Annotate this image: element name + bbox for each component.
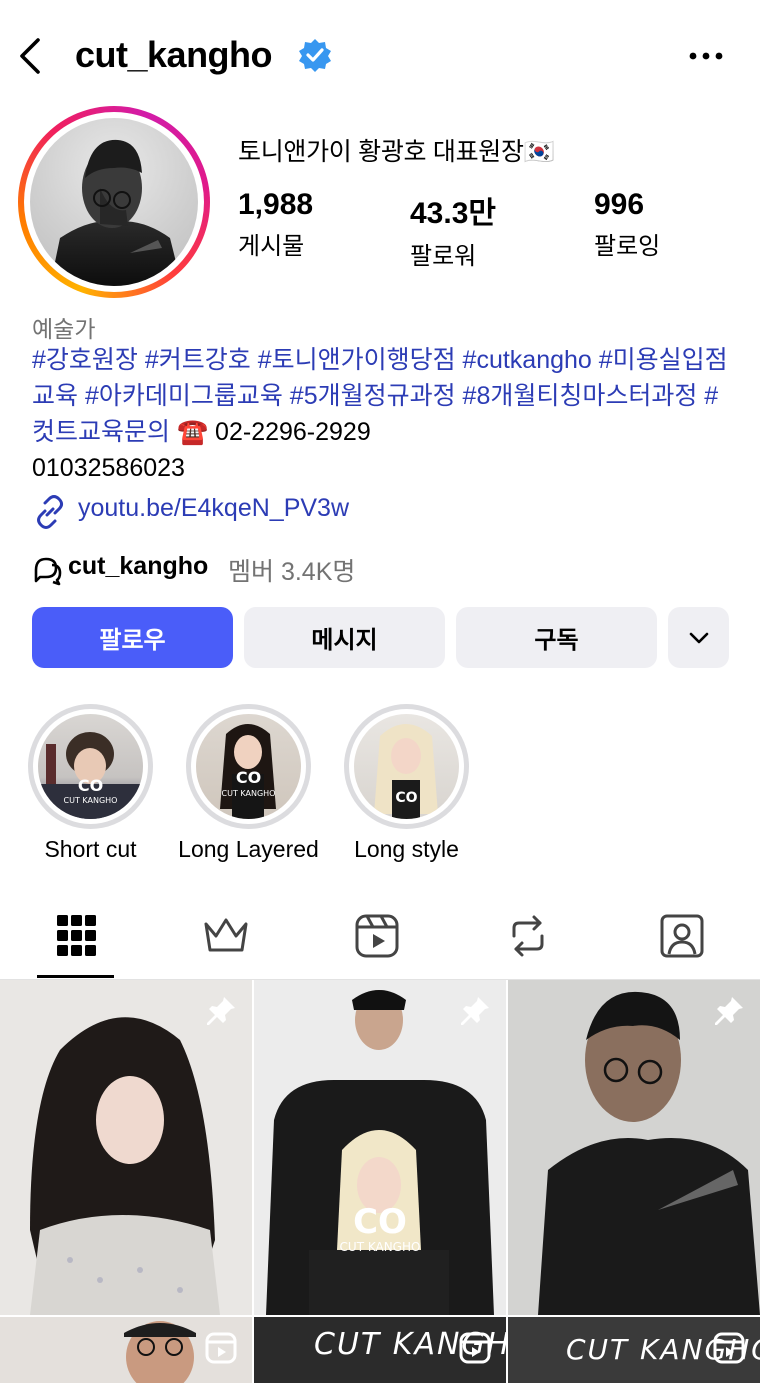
avatar-story-ring[interactable]	[18, 106, 210, 298]
reel-icon	[205, 1332, 237, 1364]
post-thumbnail	[266, 990, 494, 1315]
grid-post-2[interactable]: CO CUT KANGHO	[254, 980, 506, 1315]
post-watermark-sub: CUT KANGHO	[339, 1240, 421, 1254]
profile-tabs	[0, 900, 760, 980]
profile-header: cut_kangho	[0, 0, 760, 112]
post-thumbnail	[30, 1017, 220, 1315]
grid-post-1[interactable]	[0, 980, 252, 1315]
following-value: 996	[594, 188, 645, 221]
grid-post-6[interactable]: CUT KANGHO	[508, 1317, 760, 1383]
tab-reposts-icon[interactable]	[500, 912, 556, 960]
tab-tagged-icon[interactable]	[654, 912, 710, 960]
tab-exclusive-crown-icon[interactable]	[198, 912, 254, 960]
posts-count[interactable]: 1,988 게시물	[238, 188, 313, 261]
link-text[interactable]: youtu.be/E4kqeN_PV3w	[78, 494, 349, 523]
pin-icon	[207, 997, 235, 1025]
back-arrow-icon[interactable]	[14, 34, 50, 78]
grid-post-3[interactable]	[508, 980, 760, 1315]
highlight-cover: CO CUT KANGHO	[38, 714, 143, 819]
bio-hashtags[interactable]: #강호원장 #커트강호 #토니앤가이행당점 #cutkangho #미용실입점교…	[32, 346, 728, 446]
profile-username: cut_kangho	[75, 34, 273, 75]
suggested-accounts-button[interactable]	[668, 607, 729, 668]
highlight-label: Long style	[354, 836, 459, 862]
posts-grid: CO CUT KANGHO CUT KANG CUT KANGHO	[0, 980, 760, 1383]
phone-icon: ☎️	[176, 418, 209, 446]
subscribe-button[interactable]: 구독	[456, 607, 657, 668]
pin-icon	[715, 997, 743, 1025]
reel-icon	[713, 1332, 745, 1364]
reel-icon	[459, 1332, 491, 1364]
chevron-down-icon	[689, 632, 708, 643]
channel-icon	[34, 557, 62, 586]
active-tab-indicator	[37, 975, 114, 978]
link-icon	[37, 495, 63, 529]
profile-bio: #강호원장 #커트강호 #토니앤가이행당점 #cutkangho #미용실입점교…	[32, 342, 732, 486]
post-thumbnail	[508, 980, 760, 1315]
verified-badge-icon	[299, 39, 331, 72]
bio-mobile: 01032586023	[32, 454, 185, 482]
message-button[interactable]: 메시지	[244, 607, 445, 668]
post-watermark: CO	[353, 1202, 407, 1242]
channel-members: 멤버 3.4K명	[228, 558, 356, 586]
highlight-watermark-sub: CUT KANGHO	[63, 796, 118, 805]
followers-label: 팔로워	[410, 243, 477, 270]
highlight-watermark: CO	[395, 790, 418, 806]
posts-label: 게시물	[238, 233, 305, 260]
highlight-cover: CO	[354, 714, 459, 819]
following-count[interactable]: 996 팔로잉	[594, 188, 660, 261]
followers-count[interactable]: 43.3만 팔로워	[410, 188, 496, 271]
more-options-icon[interactable]	[684, 42, 728, 70]
avatar	[30, 118, 198, 286]
highlight-watermark: CO	[77, 776, 104, 795]
highlight-watermark: CO	[235, 768, 262, 787]
bio-phone: 02-2296-2929	[208, 418, 371, 446]
followers-value: 43.3만	[410, 197, 496, 230]
tab-posts-grid-icon[interactable]	[48, 912, 104, 960]
posts-value: 1,988	[238, 188, 314, 221]
grid-post-5[interactable]: CUT KANGHO	[254, 1317, 506, 1383]
pin-icon	[461, 997, 489, 1025]
tab-reels-icon[interactable]	[349, 912, 405, 960]
profile-category: 예술가	[32, 316, 96, 342]
follow-button[interactable]: 팔로우	[32, 607, 233, 668]
grid-post-4[interactable]	[0, 1317, 252, 1383]
following-label: 팔로잉	[594, 233, 661, 260]
channel-name: cut_kangho	[68, 552, 209, 580]
profile-display-name: 토니앤가이 황광호 대표원장🇰🇷	[238, 138, 555, 166]
highlight-watermark-sub: CUT KANGHO	[221, 789, 276, 798]
highlight-cover: CO CUT KANGHO	[196, 714, 301, 819]
